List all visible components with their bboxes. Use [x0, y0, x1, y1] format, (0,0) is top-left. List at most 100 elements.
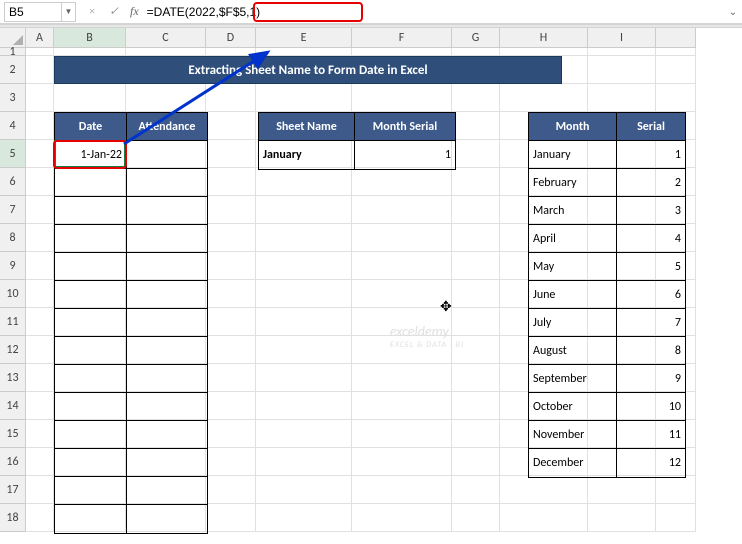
cell[interactable] — [352, 224, 452, 252]
table-cell[interactable] — [55, 253, 127, 281]
table-cell[interactable] — [127, 309, 207, 337]
cell[interactable] — [500, 476, 588, 504]
cell[interactable] — [452, 168, 500, 196]
table-cell[interactable] — [127, 449, 207, 477]
cell[interactable] — [26, 280, 54, 308]
cell[interactable] — [452, 448, 500, 476]
row-header-6[interactable]: 6 — [0, 168, 26, 196]
cell[interactable] — [126, 84, 206, 112]
cell[interactable] — [256, 168, 352, 196]
table-cell[interactable]: 11 — [617, 421, 685, 449]
cell[interactable] — [452, 280, 500, 308]
cell[interactable] — [452, 420, 500, 448]
table-cell[interactable] — [127, 337, 207, 365]
table-cell[interactable] — [55, 449, 127, 477]
table-cell[interactable] — [127, 505, 207, 533]
cell[interactable] — [26, 336, 54, 364]
cell[interactable] — [206, 448, 256, 476]
cell[interactable] — [256, 448, 352, 476]
cell[interactable] — [656, 56, 696, 84]
table-cell[interactable]: December — [529, 449, 617, 477]
cell[interactable] — [588, 504, 656, 532]
cell[interactable] — [452, 112, 500, 140]
column-header-G[interactable]: G — [452, 28, 500, 48]
table-cell[interactable]: 2 — [617, 169, 685, 197]
table-cell[interactable]: September — [529, 365, 617, 393]
cell[interactable] — [352, 336, 452, 364]
table-cell[interactable] — [127, 477, 207, 505]
name-box[interactable] — [4, 2, 62, 22]
table-cell[interactable] — [55, 477, 127, 505]
cell[interactable] — [352, 504, 452, 532]
cell[interactable] — [452, 504, 500, 532]
row-header-16[interactable]: 16 — [0, 448, 26, 476]
cell[interactable] — [352, 392, 452, 420]
name-box-dropdown[interactable]: ▼ — [62, 2, 76, 22]
row-header-8[interactable]: 8 — [0, 224, 26, 252]
column-header-B[interactable]: B — [54, 28, 126, 48]
cell[interactable] — [352, 448, 452, 476]
cell[interactable] — [588, 476, 656, 504]
row-header-5[interactable]: 5 — [0, 140, 26, 168]
cell[interactable] — [256, 476, 352, 504]
table-cell[interactable] — [55, 337, 127, 365]
table-cell[interactable] — [127, 197, 207, 225]
table-cell[interactable] — [55, 365, 127, 393]
cell[interactable] — [452, 364, 500, 392]
cell[interactable] — [256, 364, 352, 392]
table-cell[interactable]: July — [529, 309, 617, 337]
cell[interactable] — [26, 476, 54, 504]
cell[interactable] — [500, 48, 588, 56]
cell[interactable] — [206, 224, 256, 252]
table-cell[interactable]: May — [529, 253, 617, 281]
enter-icon[interactable]: ✓ — [106, 4, 122, 19]
cell[interactable] — [452, 476, 500, 504]
cell[interactable] — [126, 48, 206, 56]
table-cell[interactable]: March — [529, 197, 617, 225]
fx-icon[interactable]: fx — [130, 4, 143, 19]
cell[interactable] — [452, 336, 500, 364]
row-header-18[interactable]: 18 — [0, 504, 26, 532]
cell[interactable] — [452, 48, 500, 56]
table-cell[interactable] — [127, 365, 207, 393]
cell[interactable] — [588, 84, 656, 112]
table-cell[interactable]: June — [529, 281, 617, 309]
table-cell[interactable]: October — [529, 393, 617, 421]
table-cell[interactable]: 12 — [617, 449, 685, 477]
cell[interactable] — [206, 168, 256, 196]
cell[interactable] — [500, 84, 588, 112]
cell[interactable] — [656, 84, 696, 112]
formula-bar-expand[interactable]: ⌄ — [724, 5, 742, 18]
column-header-C[interactable]: C — [126, 28, 206, 48]
cell[interactable] — [352, 168, 452, 196]
cell[interactable] — [256, 48, 352, 56]
column-header-D[interactable]: D — [206, 28, 256, 48]
row-header-3[interactable]: 3 — [0, 84, 26, 112]
row-header-17[interactable]: 17 — [0, 476, 26, 504]
cell[interactable] — [26, 392, 54, 420]
cell[interactable] — [352, 280, 452, 308]
cell[interactable] — [256, 392, 352, 420]
table-cell[interactable]: 1-Jan-22 — [55, 141, 127, 169]
table-cell[interactable]: 3 — [617, 197, 685, 225]
cell[interactable] — [452, 196, 500, 224]
cell[interactable] — [26, 168, 54, 196]
row-header-12[interactable]: 12 — [0, 336, 26, 364]
cell[interactable] — [206, 336, 256, 364]
row-header-9[interactable]: 9 — [0, 252, 26, 280]
cell[interactable] — [26, 308, 54, 336]
cell[interactable] — [256, 196, 352, 224]
row-header-1[interactable]: 1 — [0, 48, 26, 56]
cell[interactable] — [206, 252, 256, 280]
cell[interactable] — [206, 476, 256, 504]
cell[interactable] — [452, 140, 500, 168]
table-cell[interactable]: January — [529, 141, 617, 169]
cell[interactable] — [206, 84, 256, 112]
cell[interactable] — [206, 504, 256, 532]
cell[interactable] — [352, 308, 452, 336]
column-header-A[interactable]: A — [26, 28, 54, 48]
cell[interactable] — [26, 420, 54, 448]
table-cell[interactable] — [55, 169, 127, 197]
table-cell[interactable] — [127, 169, 207, 197]
column-header-H[interactable]: H — [500, 28, 588, 48]
